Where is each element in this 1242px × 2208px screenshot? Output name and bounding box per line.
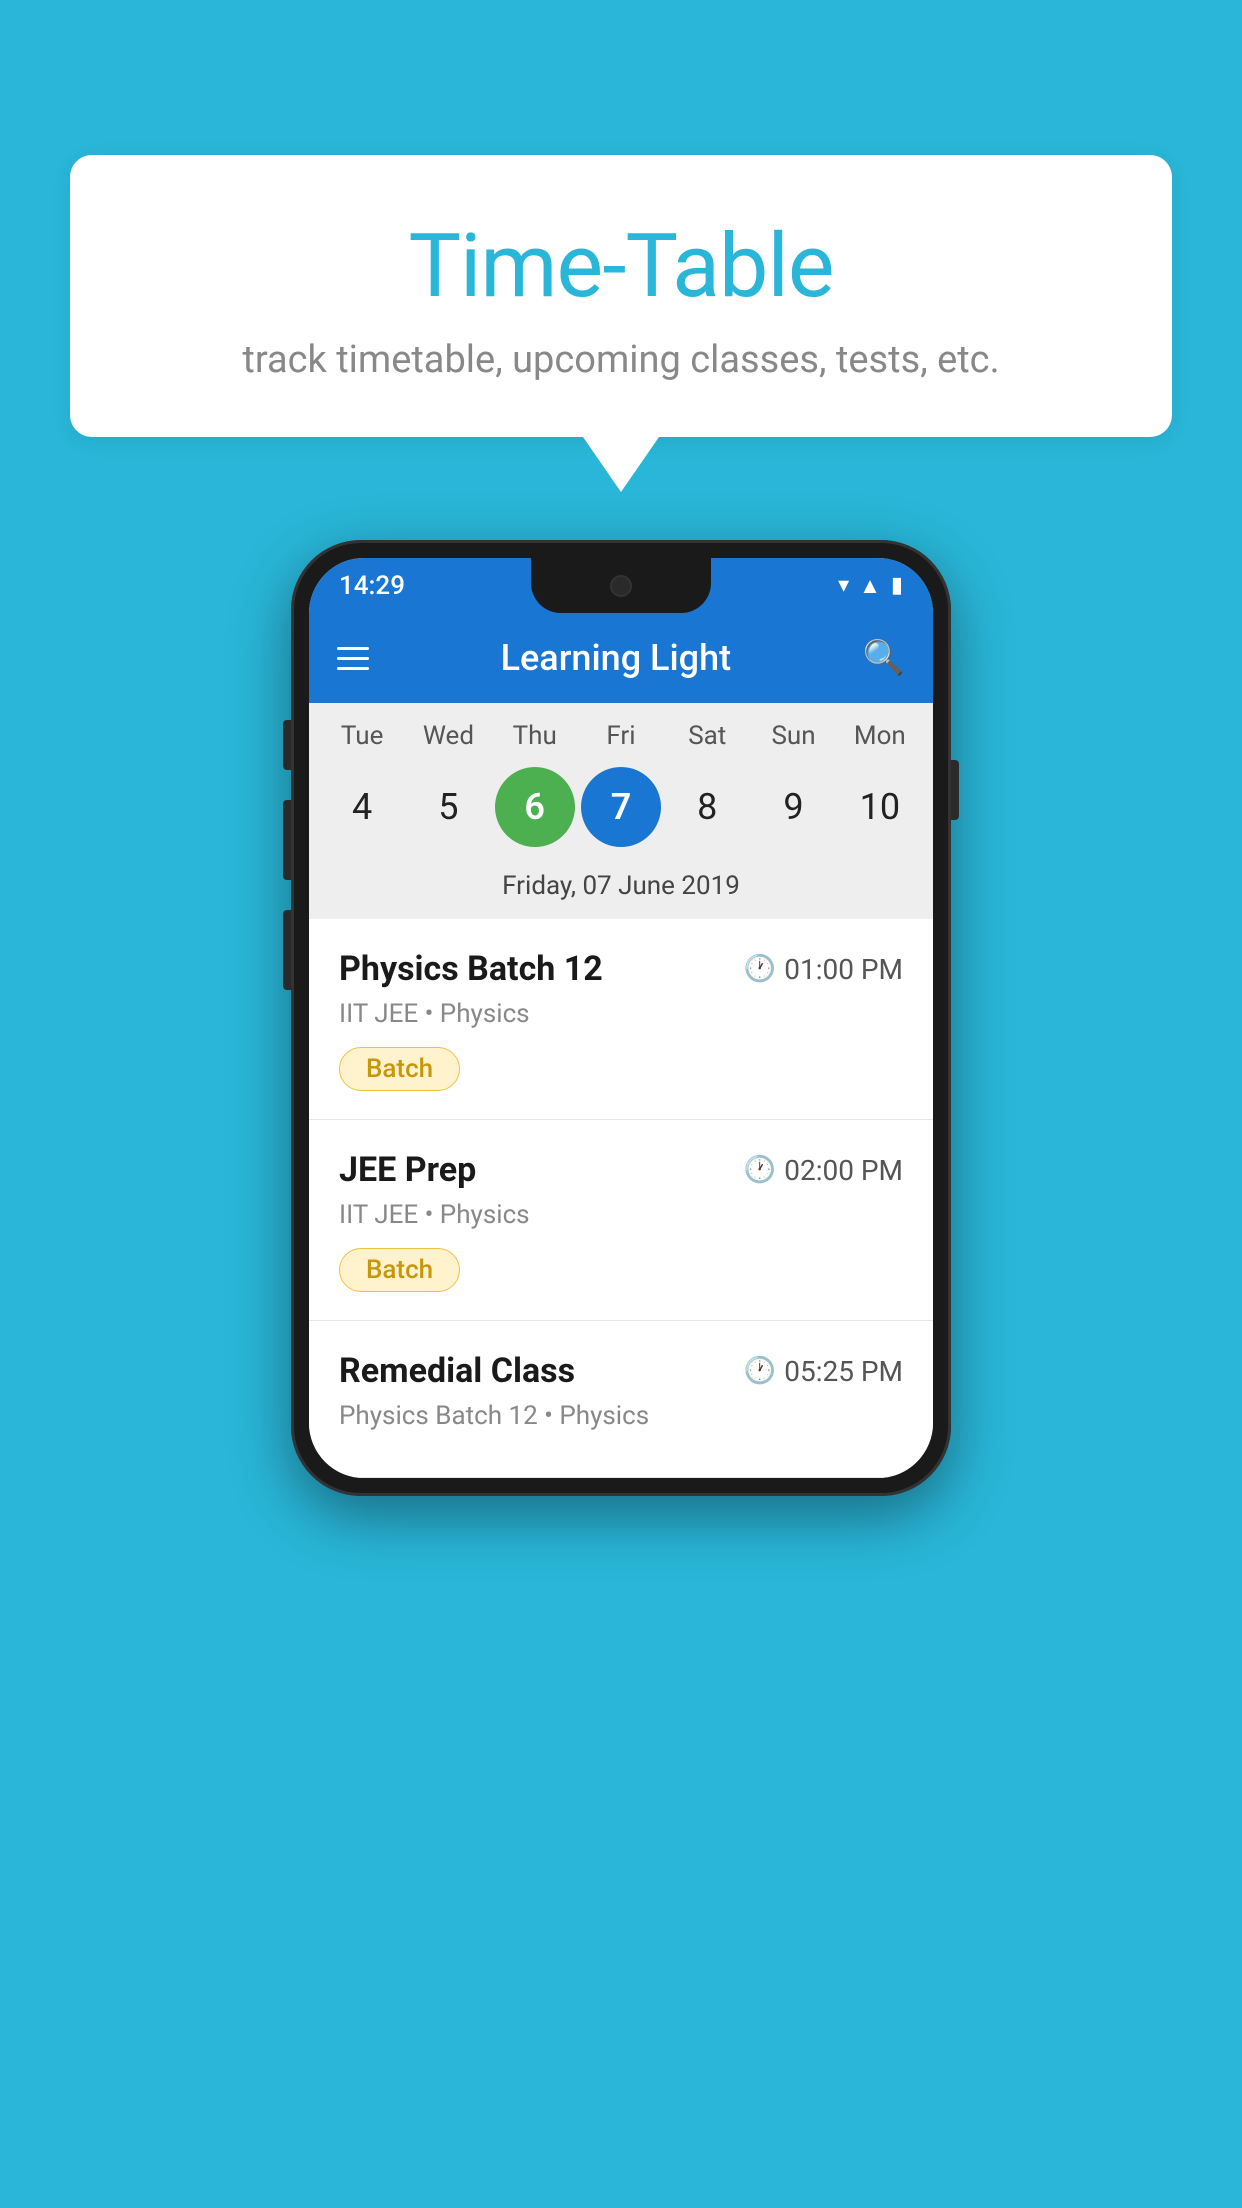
day-header-sat: Sat — [667, 721, 747, 751]
day-5[interactable]: 5 — [408, 767, 488, 847]
class-badge-0: Batch — [339, 1047, 460, 1091]
phone-frame: 14:29 ▾ ▲ ▮ Learning Light 🔍 — [291, 540, 951, 1496]
calendar-section: Tue Wed Thu Fri Sat Sun Mon 4 5 6 7 8 9 … — [309, 703, 933, 919]
day-7-selected[interactable]: 7 — [581, 767, 661, 847]
search-button[interactable]: 🔍 — [863, 638, 905, 678]
day-headers-row: Tue Wed Thu Fri Sat Sun Mon — [309, 703, 933, 759]
selected-date-label: Friday, 07 June 2019 — [309, 863, 933, 919]
volume-silent-button — [283, 720, 291, 770]
class-badge-1: Batch — [339, 1248, 460, 1292]
class-name-1: JEE Prep — [339, 1150, 476, 1190]
clock-icon-2: 🕐 — [744, 1356, 776, 1386]
day-header-wed: Wed — [408, 721, 488, 751]
day-header-mon: Mon — [840, 721, 920, 751]
speech-bubble-tail — [583, 437, 659, 492]
class-time-text-1: 02:00 PM — [784, 1154, 903, 1187]
clock-icon-1: 🕐 — [744, 1155, 776, 1185]
wifi-icon: ▾ — [838, 573, 849, 598]
class-name-0: Physics Batch 12 — [339, 949, 603, 989]
class-meta-1: IIT JEE • Physics — [339, 1200, 903, 1230]
volume-down-button — [283, 910, 291, 990]
phone-screen: 14:29 ▾ ▲ ▮ Learning Light 🔍 — [309, 558, 933, 1478]
class-time-1: 🕐 02:00 PM — [744, 1154, 903, 1187]
class-header-2: Remedial Class 🕐 05:25 PM — [339, 1351, 903, 1391]
class-meta-2: Physics Batch 12 • Physics — [339, 1401, 903, 1431]
app-bar: Learning Light 🔍 — [309, 613, 933, 703]
day-header-sun: Sun — [754, 721, 834, 751]
day-header-fri: Fri — [581, 721, 661, 751]
front-camera — [610, 575, 632, 597]
class-header-1: JEE Prep 🕐 02:00 PM — [339, 1150, 903, 1190]
class-time-text-2: 05:25 PM — [784, 1355, 903, 1388]
phone-notch — [531, 558, 711, 613]
class-header-0: Physics Batch 12 🕐 01:00 PM — [339, 949, 903, 989]
day-numbers-row: 4 5 6 7 8 9 10 — [309, 759, 933, 863]
app-bar-title: Learning Light — [501, 637, 731, 679]
day-header-tue: Tue — [322, 721, 402, 751]
day-6-today[interactable]: 6 — [495, 767, 575, 847]
class-time-text-0: 01:00 PM — [784, 953, 903, 986]
speech-bubble-subtitle: track timetable, upcoming classes, tests… — [110, 338, 1132, 382]
signal-icon: ▲ — [859, 573, 881, 599]
class-item-1[interactable]: JEE Prep 🕐 02:00 PM IIT JEE • Physics Ba… — [309, 1120, 933, 1321]
status-time: 14:29 — [339, 571, 405, 601]
battery-icon: ▮ — [891, 573, 903, 598]
power-button — [951, 760, 959, 820]
day-10[interactable]: 10 — [840, 767, 920, 847]
class-meta-0: IIT JEE • Physics — [339, 999, 903, 1029]
phone-container: 14:29 ▾ ▲ ▮ Learning Light 🔍 — [291, 540, 951, 1496]
hamburger-menu-button[interactable] — [337, 647, 369, 670]
day-8[interactable]: 8 — [667, 767, 747, 847]
volume-up-button — [283, 800, 291, 880]
day-header-thu: Thu — [495, 721, 575, 751]
status-icons: ▾ ▲ ▮ — [838, 573, 903, 599]
speech-bubble-container: Time-Table track timetable, upcoming cla… — [70, 155, 1172, 492]
class-name-2: Remedial Class — [339, 1351, 575, 1391]
speech-bubble: Time-Table track timetable, upcoming cla… — [70, 155, 1172, 437]
day-9[interactable]: 9 — [754, 767, 834, 847]
class-time-2: 🕐 05:25 PM — [744, 1355, 903, 1388]
class-time-0: 🕐 01:00 PM — [744, 953, 903, 986]
class-item-2[interactable]: Remedial Class 🕐 05:25 PM Physics Batch … — [309, 1321, 933, 1478]
clock-icon-0: 🕐 — [744, 954, 776, 984]
class-item-0[interactable]: Physics Batch 12 🕐 01:00 PM IIT JEE • Ph… — [309, 919, 933, 1120]
speech-bubble-title: Time-Table — [110, 215, 1132, 318]
day-4[interactable]: 4 — [322, 767, 402, 847]
